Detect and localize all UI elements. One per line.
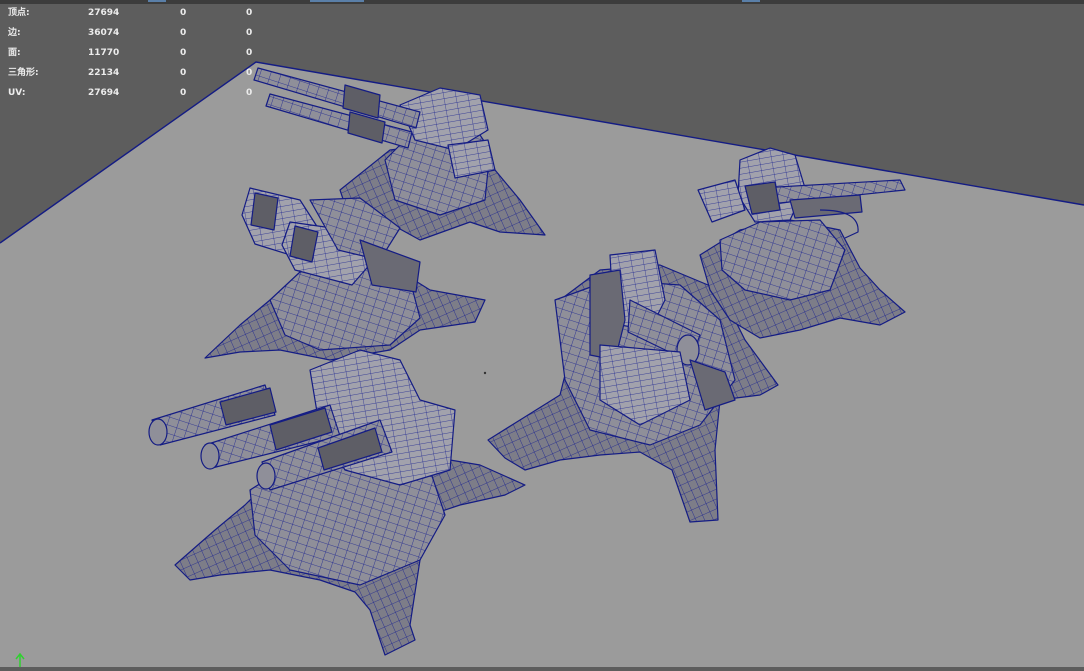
hud-selected-uv: 0 [246,8,253,18]
hud-label: 边: [8,28,21,38]
pivot-dot [483,371,487,375]
hud-total: 22134 [88,68,120,78]
hud-label: UV: [8,88,26,98]
hud-total: 27694 [88,88,120,98]
ground-plane [0,62,1084,667]
hud-selected: 0 [180,68,187,78]
hud-selected: 0 [180,8,187,18]
hud-total: 11770 [88,48,120,58]
hud-label: 三角形: [8,68,39,78]
toolbar-indicator [148,0,166,2]
hud-selected: 0 [180,88,187,98]
hud-selected-uv: 0 [246,88,253,98]
hud-label: 顶点: [8,8,30,18]
hud-selected-uv: 0 [246,68,253,78]
hud-selected-uv: 0 [246,28,253,38]
hud-total: 36074 [88,28,120,38]
hud-row-vertices: 顶点: 27694 0 0 [8,3,268,23]
toolbar-indicator [310,0,364,2]
y-axis-icon [15,652,25,667]
hud-total: 27694 [88,8,120,18]
hud-row-edges: 边: 36074 0 0 [8,23,268,43]
hud-row-uvs: UV: 27694 0 0 [8,83,268,103]
hud-row-faces: 面: 11770 0 0 [8,43,268,63]
hud-selected: 0 [180,48,187,58]
hud-label: 面: [8,48,21,58]
poly-count-hud: 顶点: 27694 0 0 边: 36074 0 0 面: 11770 0 0 … [8,3,268,103]
hud-selected-uv: 0 [246,48,253,58]
toolbar-indicator [742,0,760,2]
hud-selected: 0 [180,28,187,38]
hud-row-triangles: 三角形: 22134 0 0 [8,63,268,83]
